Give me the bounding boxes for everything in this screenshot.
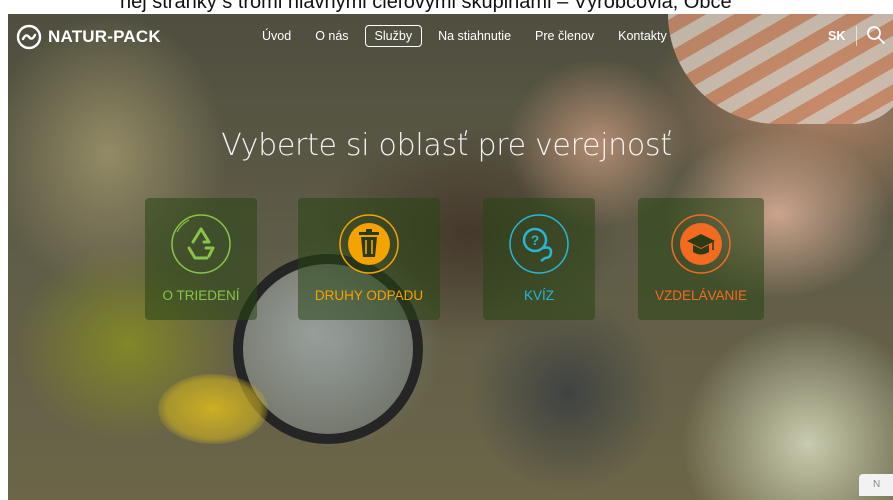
- caption-strip: nej stránky s tromi hlavnými cieľovými s…: [0, 0, 893, 14]
- menu-item-na-stiahnutie[interactable]: Na stiahnutie: [438, 29, 511, 43]
- hero-headline: Vyberte si oblasť pre verejnosť: [221, 128, 672, 163]
- nav-divider: [856, 26, 857, 46]
- language-switch[interactable]: SK: [828, 29, 845, 43]
- tile-label: O TRIEDENÍ: [162, 288, 240, 303]
- tile-label: DRUHY ODPADU: [314, 288, 424, 303]
- tile-druhy-odpadu[interactable]: DRUHY ODPADU: [298, 198, 440, 320]
- menu-item-kontakty[interactable]: Kontakty: [618, 29, 667, 43]
- menu-item-o-nas[interactable]: O nás: [315, 29, 348, 43]
- brand-name: NATUR-PACK: [48, 27, 161, 46]
- chat-question-icon: ?: [509, 214, 569, 274]
- corner-badge[interactable]: N: [859, 474, 893, 496]
- tile-label: KVÍZ: [523, 288, 554, 303]
- logo-icon: [16, 24, 42, 50]
- menu-item-sluzby[interactable]: Služby: [364, 25, 423, 47]
- main-menu: Úvod O nás Služby Na stiahnutie Pre člen…: [262, 14, 691, 58]
- trash-bin-icon: [339, 214, 399, 274]
- recycle-icon: [171, 214, 231, 274]
- menu-item-uvod[interactable]: Úvod: [262, 29, 291, 43]
- brand-logo[interactable]: NATUR-PACK: [16, 24, 161, 50]
- tile-o-triedeni[interactable]: O TRIEDENÍ: [145, 198, 257, 320]
- top-navigation: NATUR-PACK Úvod O nás Služby Na stiahnut…: [0, 14, 893, 58]
- graduation-cap-icon: [671, 214, 731, 274]
- tile-kviz[interactable]: ? KVÍZ: [483, 198, 595, 320]
- tile-vzdelavanie[interactable]: VZDELÁVANIE: [638, 198, 764, 320]
- menu-item-pre-clenov[interactable]: Pre členov: [535, 29, 594, 43]
- svg-text:?: ?: [531, 232, 540, 248]
- caption-text: nej stránky s tromi hlavnými cieľovými s…: [120, 0, 732, 13]
- tile-label: VZDELÁVANIE: [654, 288, 748, 303]
- search-icon[interactable]: [866, 25, 886, 45]
